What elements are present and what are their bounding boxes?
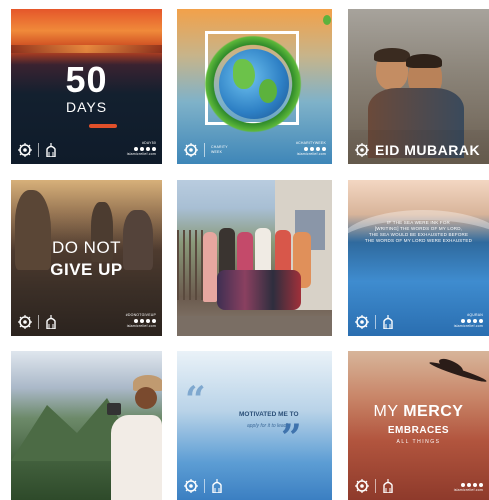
subheadline: DAYS: [65, 99, 108, 115]
website: islamicrelief.com: [296, 152, 326, 156]
website: islamicrelief.com: [126, 152, 156, 156]
islamic-relief-logo-icon: [355, 479, 369, 493]
mosque-icon: [46, 315, 56, 329]
title-embraces: EMBRACES: [387, 425, 450, 436]
open-quote-icon: “: [185, 379, 206, 421]
social-icons: [454, 483, 483, 487]
mosque-icon: [383, 315, 393, 329]
islamic-relief-logo-icon: [18, 315, 32, 329]
post-tile-mountain-photographer[interactable]: [11, 351, 162, 500]
title-mercy: MERCY: [403, 403, 464, 420]
social-icons: [127, 147, 156, 151]
post-tile-my-mercy[interactable]: MY MERCY EMBRACES ALL THINGS islamicreli…: [348, 351, 489, 500]
eid-headline: EID MUBARAK: [375, 142, 481, 158]
website: islamicrelief.com: [453, 324, 483, 328]
bird-silhouette: [428, 355, 488, 393]
photographer: [81, 375, 162, 500]
mosque-icon: [212, 479, 222, 493]
quote-line-4: THE WORDS OF MY LORD WERE EXHAUSTED: [364, 238, 473, 243]
headline-line-2: GIVE UP: [50, 260, 123, 279]
close-quote-icon: ”: [281, 417, 302, 459]
hashtag: #DAY50: [142, 141, 156, 145]
post-tile-earth[interactable]: CHARITY WEEK #CHARITYWEEK islamicrelief.…: [177, 9, 332, 164]
islamic-relief-logo-icon: [18, 143, 32, 157]
social-icons: [296, 147, 326, 151]
headline: 50: [65, 59, 108, 100]
earth-globe: [219, 49, 289, 119]
headline-line-1: DO NOT: [51, 238, 122, 257]
islamic-relief-logo-icon: [184, 143, 198, 157]
hashtag: #QURAN: [467, 313, 483, 317]
social-icons: [454, 319, 483, 323]
islamic-relief-logo-icon: [355, 143, 369, 157]
mosque-icon: [383, 479, 393, 493]
hashtag: #CHARITYWEEK: [295, 141, 326, 145]
post-tile-eid-mubarak[interactable]: EID MUBARAK: [348, 9, 489, 164]
post-tile-50-days[interactable]: 50 DAYS #DAY50 islamicrelief.com: [11, 9, 162, 164]
website: islamicrelief.com: [126, 324, 156, 328]
title-all-things: ALL THINGS: [396, 439, 441, 445]
post-tile-sea-quote[interactable]: IF THE SEA WERE INK FOR [WRITING] THE WO…: [348, 180, 489, 336]
title-my: MY: [373, 403, 399, 420]
post-tile-group-photo[interactable]: [177, 180, 332, 336]
islamic-relief-logo-icon: [355, 315, 369, 329]
brand-label: CHARITY WEEK: [211, 145, 228, 154]
post-tile-do-not-give-up[interactable]: DO NOT GIVE UP #DONOTGIVEUP islamicrelie…: [11, 180, 162, 336]
social-icons: [126, 319, 156, 323]
post-tile-motivated-quote[interactable]: “ MOTIVATED ME TO apply for it to lead! …: [177, 351, 332, 500]
group-people: [203, 220, 315, 320]
islamic-relief-logo-icon: [184, 479, 198, 493]
hashtag: #DONOTGIVEUP: [125, 313, 156, 317]
mosque-icon: [46, 143, 56, 157]
website: islamicrelief.com: [453, 488, 483, 492]
